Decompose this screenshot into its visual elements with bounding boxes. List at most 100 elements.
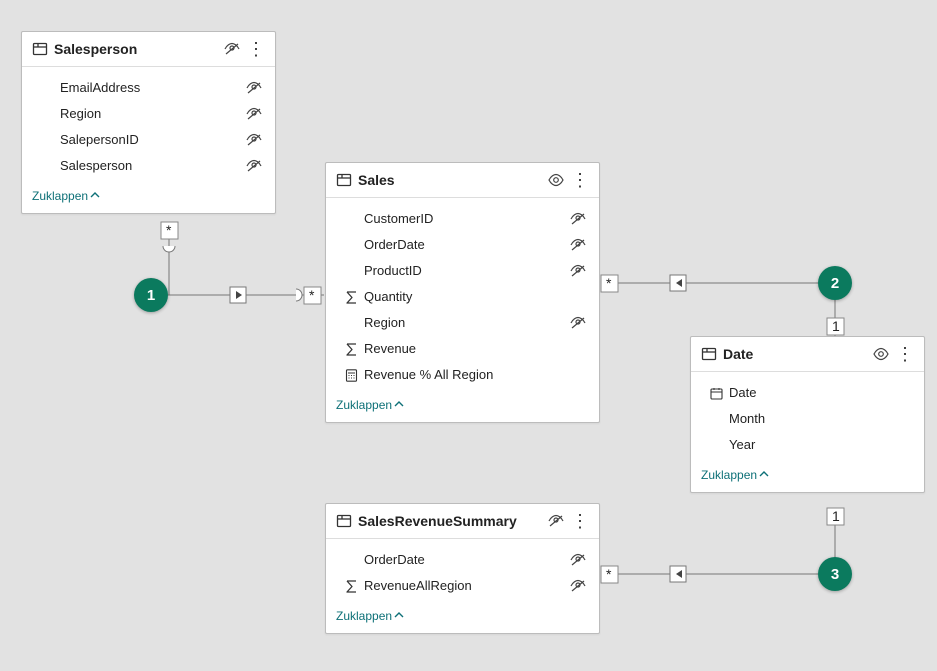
table-summary[interactable]: SalesRevenueSummary⋮ OrderDate RevenueAllR… [325,503,600,634]
table-icon [336,513,352,529]
field-name: Region [56,104,243,124]
field-name: Year [725,435,892,455]
hidden-icon [245,159,263,173]
visible-icon [872,347,890,361]
field-visibility-icon[interactable] [567,553,589,567]
table-sales[interactable]: Sales ⋮ CustomerID OrderDate ProductID Quanti… [325,162,600,423]
cardinality-one: 1 [832,318,840,334]
more-menu-icon[interactable]: ⋮ [245,40,267,58]
table-header[interactable]: Sales ⋮ [326,163,599,198]
hidden-icon [569,238,587,252]
table-salesperson[interactable]: Salesperson ⋮ EmailAddress Region Saleperson… [21,31,276,214]
field-row[interactable]: Salesperson [22,153,275,179]
visibility-toggle[interactable] [223,42,241,56]
field-row[interactable]: Month [691,406,924,432]
field-name: Month [725,409,892,429]
hidden-icon [245,81,263,95]
field-visibility-icon[interactable] [243,159,265,173]
field-list: EmailAddress Region SalepersonID Salesperso… [22,67,275,183]
field-name: OrderDate [360,235,567,255]
field-name: SalepersonID [56,130,243,150]
hidden-icon [245,107,263,121]
chevron-up-icon [394,610,404,620]
field-type-icon [342,369,360,382]
collapse-link[interactable]: Zuklappen [22,183,275,213]
field-row[interactable]: ProductID [326,258,599,284]
table-header[interactable]: Date ⋮ [691,337,924,372]
table-title: Salesperson [54,41,223,57]
more-menu-icon[interactable]: ⋮ [569,171,591,189]
field-visibility-icon[interactable] [243,107,265,121]
field-row[interactable]: EmailAddress [22,75,275,101]
collapse-link[interactable]: Zuklappen [326,603,599,633]
chevron-up-icon [394,399,404,409]
collapse-label: Zuklappen [336,609,392,623]
hidden-icon [245,133,263,147]
cardinality-many: * [166,222,172,238]
field-list: Date Month Year [691,372,924,462]
cardinality-many: * [309,287,315,303]
field-visibility-icon[interactable] [567,264,589,278]
field-type-icon [707,387,725,400]
field-name: Revenue [360,339,567,359]
cardinality-many: * [606,275,612,291]
table-icon [32,41,48,57]
visibility-toggle[interactable] [547,173,565,187]
visible-icon [547,173,565,187]
field-row[interactable]: RevenueAllRegion [326,573,599,599]
table-icon [336,172,352,188]
sigma-icon [345,580,358,593]
field-row[interactable]: Date [691,380,924,406]
table-icon [701,346,717,362]
visibility-toggle[interactable] [872,347,890,361]
field-row[interactable]: SalepersonID [22,127,275,153]
field-name: Region [360,313,567,333]
field-list: CustomerID OrderDate ProductID Quantity Regi… [326,198,599,392]
callout-badge-1: 1 [134,278,168,312]
hidden-icon [547,514,565,528]
field-row[interactable]: CustomerID [326,206,599,232]
field-name: Salesperson [56,156,243,176]
field-name: ProductID [360,261,567,281]
date-icon [710,387,723,400]
hidden-icon [569,212,587,226]
field-name: OrderDate [360,550,567,570]
table-title: Sales [358,172,547,188]
callout-badge-3: 3 [818,557,852,591]
field-row[interactable]: OrderDate [326,232,599,258]
field-row[interactable]: Region [326,310,599,336]
field-row[interactable]: Quantity [326,284,599,310]
chevron-up-icon [759,469,769,479]
field-row[interactable]: OrderDate [326,547,599,573]
field-visibility-icon[interactable] [567,579,589,593]
field-visibility-icon[interactable] [567,316,589,330]
field-row[interactable]: Region [22,101,275,127]
collapse-link[interactable]: Zuklappen [326,392,599,422]
collapse-link[interactable]: Zuklappen [691,462,924,492]
table-date[interactable]: Date ⋮ Date Month Year Zuklappen [690,336,925,493]
field-visibility-icon[interactable] [567,212,589,226]
hidden-icon [569,264,587,278]
field-row[interactable]: Revenue [326,336,599,362]
table-header[interactable]: SalesRevenueSummary⋮ [326,504,599,539]
collapse-label: Zuklappen [32,189,88,203]
table-title: Date [723,346,872,362]
field-row[interactable]: Revenue % All Region [326,362,599,388]
cardinality-one: 1 [832,508,840,524]
field-row[interactable]: Year [691,432,924,458]
more-menu-icon[interactable]: ⋮ [569,512,591,530]
field-name: RevenueAllRegion [360,576,567,596]
table-header[interactable]: Salesperson ⋮ [22,32,275,67]
visibility-toggle[interactable] [547,514,565,528]
field-visibility-icon[interactable] [567,238,589,252]
field-type-icon [342,291,360,304]
cardinality-many: * [606,566,612,582]
more-menu-icon[interactable]: ⋮ [894,345,916,363]
field-type-icon [342,343,360,356]
field-name: EmailAddress [56,78,243,98]
field-type-icon [342,580,360,593]
field-name: Date [725,383,892,403]
field-visibility-icon[interactable] [243,133,265,147]
hidden-icon [223,42,241,56]
field-visibility-icon[interactable] [243,81,265,95]
